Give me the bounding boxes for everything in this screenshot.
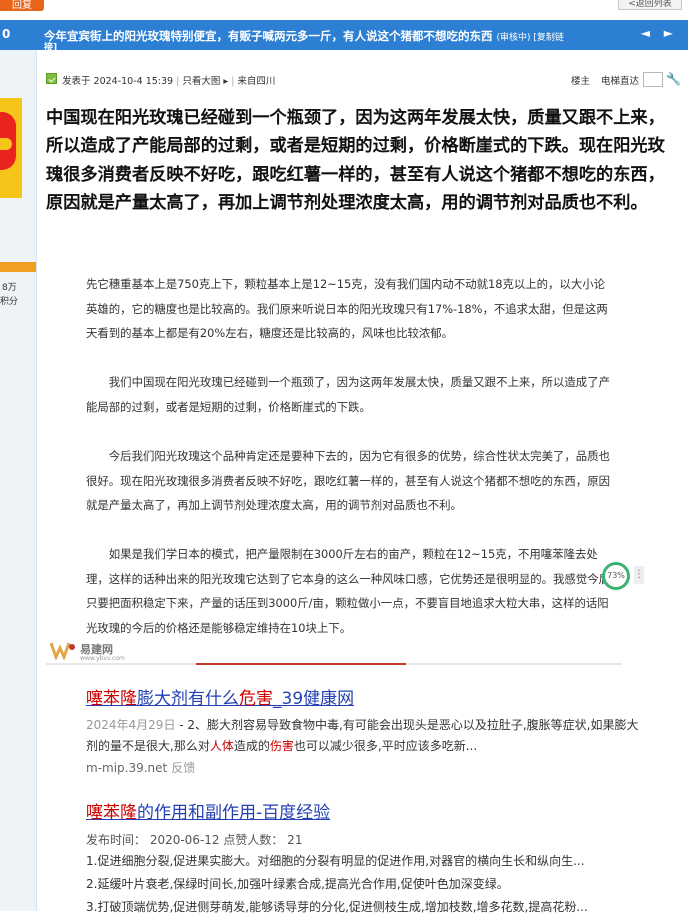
more-options-icon[interactable]: ⋮: [634, 566, 644, 584]
result-publish-info: 发布时间： 2020-06-12 点赞人数： 21: [86, 833, 303, 847]
result-source-url[interactable]: m-mip.39.net: [86, 761, 167, 775]
result-list-item: 2.延缓叶片衰老,保绿时间长,加强叶绿素合成,提高光合作用,促使叶色加深变绿。: [86, 877, 509, 891]
title-text: _39健康网: [273, 689, 355, 709]
image-divider-accent: [196, 663, 406, 665]
floor-jump-label: 电梯直达: [601, 76, 640, 87]
title-keyword: 危害: [239, 689, 273, 709]
image-divider: [46, 663, 622, 665]
watermark-logo-icon: [50, 642, 75, 660]
floor-jump-input[interactable]: [643, 72, 663, 87]
post-image[interactable]: 先它穗重基本上是750克上下，颗粒基本上是12~15克，没有我们国内动不动就18…: [46, 270, 646, 668]
thread-title: 今年宜宾街上的阳光玫瑰特别便宜，有贩子喊两元多一斤，有人说这个猪都不想吃的东西 …: [44, 28, 634, 44]
prev-next-thread-icon[interactable]: ◄ ►: [641, 26, 678, 40]
title-text: 的作用和副作用-百度经验: [137, 803, 331, 823]
avatar-figure-detail: [0, 138, 12, 150]
snippet-keyword: 伤害: [269, 739, 294, 753]
avatar[interactable]: [0, 98, 22, 198]
rank-bar: [0, 262, 36, 272]
author-stat-value: 8万: [2, 283, 17, 293]
floor-label: 楼主: [571, 76, 591, 87]
post-date: 发表于 2024-10-4 15:39: [62, 76, 174, 87]
only-large-image-link[interactable]: 只看大图 ▸: [182, 76, 228, 87]
result-list-item: 1.促进细胞分裂,促进果实膨大。对细胞的分裂有明显的促进作用,对器官的横向生长和…: [86, 854, 585, 868]
result-date: 2024年4月29日: [86, 718, 176, 732]
thread-title-wrap: 接]: [44, 43, 58, 50]
title-text: 膨大剂有什么: [137, 689, 239, 709]
wrench-icon[interactable]: 🔧: [666, 72, 681, 86]
snippet-text: 也可以减少很多,平时应该多吃新...: [293, 739, 478, 753]
search-result-title[interactable]: 噻苯隆膨大剂有什么危害_39健康网: [86, 684, 646, 709]
search-result-source: m-mip.39.net 反馈: [86, 759, 646, 776]
result-list-item: 3.打破顶端优势,促进侧芽萌发,能够诱导芽的分化,促进侧枝生成,增加枝数,增多花…: [86, 900, 588, 914]
snippet-text: 造成的: [233, 739, 270, 753]
post-origin: 来自四川: [237, 76, 276, 87]
post-meta-text: 发表于 2024-10-4 15:39 | 只看大图 ▸ | 来自四川: [62, 73, 275, 87]
search-result: 噻苯隆膨大剂有什么危害_39健康网 2024年4月29日 - 2、膨大剂容易导致…: [86, 684, 646, 776]
thread-title-bar: 0 今年宜宾街上的阳光玫瑰特别便宜，有贩子喊两元多一斤，有人说这个猪都不想吃的东…: [0, 20, 688, 50]
search-result-snippet: 2024年4月29日 - 2、膨大剂容易导致食物中毒,有可能会出现头是恶心以及拉…: [86, 715, 646, 757]
post-status-icon: [46, 73, 57, 84]
watermark-url: www.ybvv.com: [80, 655, 125, 662]
search-result: 噻苯隆的作用和副作用-百度经验 发布时间： 2020-06-12 点赞人数： 2…: [86, 798, 646, 918]
reading-progress-indicator[interactable]: 73%: [602, 562, 630, 590]
image-paragraph: 如果是我们学日本的模式，把产量限制在3000斤左右的亩产，颗粒在12~15克，不…: [86, 547, 610, 635]
title-keyword: 噻苯隆: [86, 803, 137, 823]
review-status-tag[interactable]: (审核中) [复制链: [497, 33, 564, 43]
thread-number: 0: [2, 27, 11, 41]
reply-button[interactable]: 回复: [0, 0, 44, 11]
image-paragraph: 今后我们阳光玫瑰这个品种肯定还是要种下去的，因为它有很多的优势，综合性状太完美了…: [86, 449, 610, 513]
search-result-title[interactable]: 噻苯隆的作用和副作用-百度经验: [86, 798, 646, 823]
author-sidebar: 8万 积分: [0, 50, 37, 911]
thread-title-text: 今年宜宾街上的阳光玫瑰特别便宜，有贩子喊两元多一斤，有人说这个猪都不想吃的东西: [44, 29, 493, 43]
title-keyword: 噻苯隆: [86, 689, 137, 709]
image-paragraph: 我们中国现在阳光玫瑰已经碰到一个瓶颈了，因为这两年发展太快，质量又跟不上来，所以…: [86, 375, 610, 414]
post-lead-text: 中国现在阳光玫瑰已经碰到一个瓶颈了，因为这两年发展太快，质量又跟不上来，所以造成…: [46, 108, 665, 214]
snippet-keyword: 人体: [209, 739, 234, 753]
image-paragraph: 先它穗重基本上是750克上下，颗粒基本上是12~15克，没有我们国内动不动就18…: [86, 277, 608, 341]
feedback-link[interactable]: 反馈: [171, 761, 195, 775]
back-to-list-button[interactable]: <返回列表: [618, 0, 682, 10]
top-strip: 回复 <返回列表: [0, 0, 688, 12]
author-stat-label: 积分: [0, 297, 19, 307]
post-meta: 发表于 2024-10-4 15:39 | 只看大图 ▸ | 来自四川 楼主 电…: [46, 72, 682, 88]
